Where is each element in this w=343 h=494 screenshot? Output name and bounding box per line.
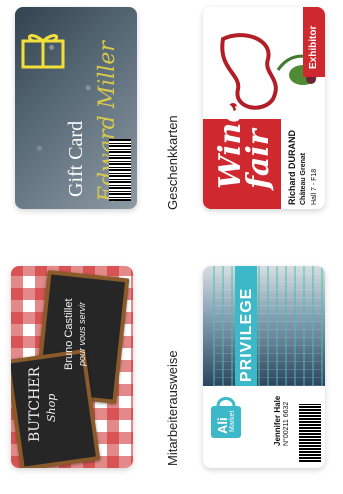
section-label-staff-ids: Mitarbeiterausweise bbox=[165, 350, 180, 466]
holder-number: N°00211 6632 bbox=[283, 401, 290, 446]
holder-name: Jennifer Hale bbox=[273, 395, 282, 446]
privilege-title: PRIVILEGE bbox=[238, 287, 255, 382]
gift-ribbon-icon bbox=[21, 34, 65, 69]
wine-wordmark: Wine fair bbox=[213, 104, 276, 189]
privilege-staff-card: PRIVILEGE Ali Market Jennifer Hale N°002… bbox=[203, 266, 325, 468]
brand-subtitle: Market bbox=[229, 410, 236, 432]
section-label-gift-cards: Geschenkkarten bbox=[165, 115, 180, 210]
barcode bbox=[299, 404, 321, 462]
gift-card: Gift Card Edward Miller bbox=[15, 7, 137, 209]
company-name: Château Grenat bbox=[300, 152, 307, 205]
wine-wordmark-line2: fair bbox=[241, 129, 276, 189]
wine-fair-card: Wine fair Richard DURAND Château Grenat … bbox=[203, 7, 325, 209]
shop-subtitle: Shop bbox=[45, 393, 58, 422]
gift-card-title: Gift Card bbox=[65, 120, 87, 197]
person-name: Richard DURAND bbox=[287, 129, 297, 205]
market-photo bbox=[203, 266, 325, 386]
exhibitor-badge: Exhibitor bbox=[303, 7, 325, 77]
staff-tagline: pour vous servir bbox=[77, 301, 87, 366]
shop-name: BUTCHER bbox=[27, 366, 43, 442]
brand-name: Ali bbox=[215, 417, 230, 434]
butcher-staff-card: Bruno Castillet pour vous servir BUTCHER… bbox=[11, 266, 133, 468]
exhibitor-label: Exhibitor bbox=[308, 25, 319, 69]
barcode bbox=[109, 139, 131, 201]
stand-location: Hall 7 - F18 bbox=[311, 168, 318, 205]
exhibitor-info: Richard DURAND Château Grenat Hall 7 - F… bbox=[283, 127, 323, 207]
staff-name: Bruno Castillet bbox=[63, 298, 75, 370]
